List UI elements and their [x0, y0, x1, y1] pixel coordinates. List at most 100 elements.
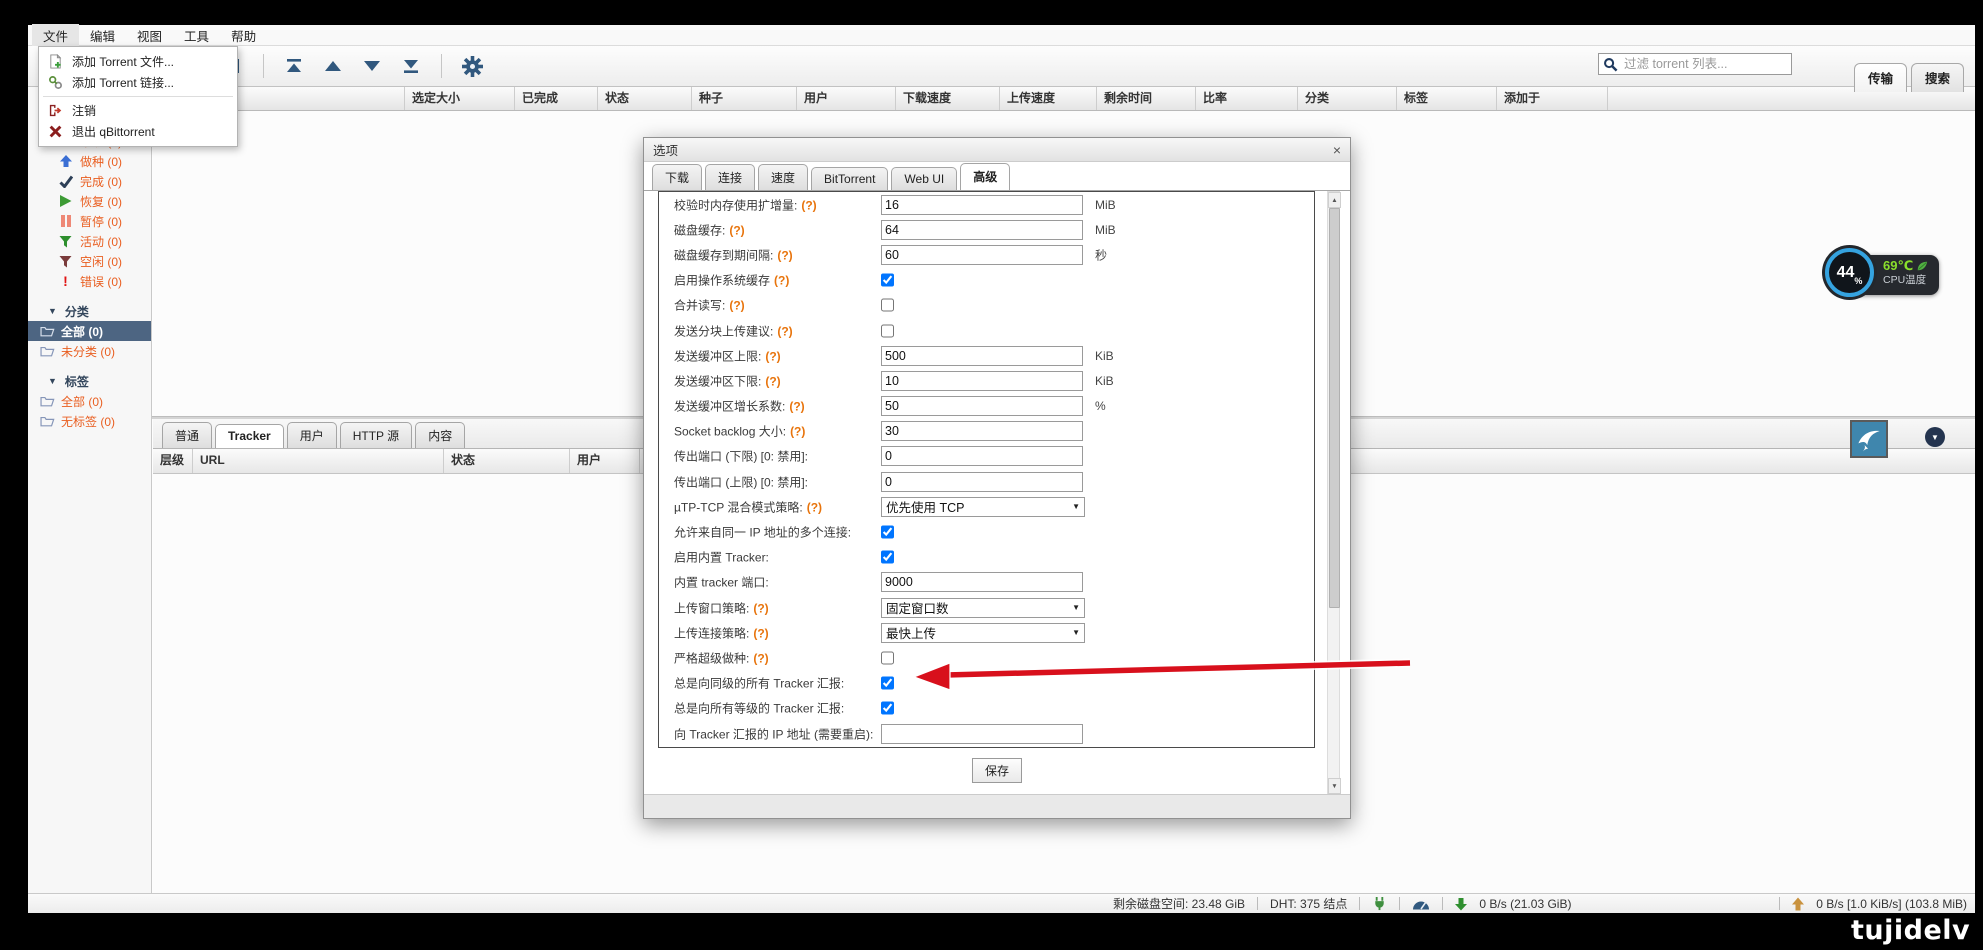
options-button[interactable]	[461, 54, 483, 78]
scroll-down-icon[interactable]: ▼	[1328, 778, 1341, 794]
help-link[interactable]: (?)	[765, 349, 780, 363]
save-button[interactable]: 保存	[972, 758, 1022, 783]
menu-view[interactable]: 视图	[126, 24, 173, 47]
tab-advanced[interactable]: 高级	[960, 163, 1010, 190]
column-header-upspeed[interactable]: 上传速度	[1000, 87, 1097, 110]
tab-trackers[interactable]: Tracker	[215, 424, 284, 448]
column-header-tags[interactable]: 标签	[1397, 87, 1497, 110]
tag-untagged[interactable]: 无标签 (0)	[28, 411, 151, 431]
tab-downloads[interactable]: 下载	[652, 164, 702, 190]
tag-all[interactable]: 全部 (0)	[28, 391, 151, 411]
option-input[interactable]	[881, 371, 1083, 391]
filter-paused[interactable]: 暂停 (0)	[28, 211, 151, 231]
option-checkbox[interactable]	[881, 702, 894, 715]
column-header-tier[interactable]: 层级	[153, 449, 193, 473]
column-header-size[interactable]: 选定大小	[405, 87, 515, 110]
option-checkbox[interactable]	[881, 526, 894, 539]
tab-general[interactable]: 普通	[162, 422, 212, 448]
column-header-done[interactable]: 已完成	[515, 87, 598, 110]
tags-section-header[interactable]: ▼ 标签	[28, 371, 151, 391]
dialog-title-bar[interactable]: 选项 ×	[644, 138, 1350, 162]
tab-webui[interactable]: Web UI	[891, 167, 957, 190]
help-link[interactable]: (?)	[729, 299, 744, 313]
column-header-seeds[interactable]: 种子	[692, 87, 797, 110]
help-link[interactable]: (?)	[777, 248, 792, 262]
tab-http-sources[interactable]: HTTP 源	[340, 422, 412, 448]
menu-item-add-torrent-file[interactable]: 添加 Torrent 文件...	[39, 51, 237, 72]
menu-item-logout[interactable]: 注销	[39, 100, 237, 121]
option-checkbox[interactable]	[881, 274, 894, 287]
tab-content[interactable]: 内容	[415, 422, 465, 448]
help-link[interactable]: (?)	[753, 626, 768, 640]
tab-speed[interactable]: 速度	[758, 164, 808, 190]
move-bottom-button[interactable]	[400, 54, 422, 78]
option-input[interactable]	[881, 572, 1083, 592]
tab-peers[interactable]: 用户	[287, 422, 337, 448]
swallow-theme-icon[interactable]	[1850, 420, 1888, 458]
filter-completed[interactable]: 完成 (0)	[28, 171, 151, 191]
help-link[interactable]: (?)	[753, 601, 768, 615]
collapse-panel-button[interactable]: ▼	[1925, 427, 1945, 447]
menu-edit[interactable]: 编辑	[79, 24, 126, 47]
option-input[interactable]	[881, 421, 1083, 441]
tab-connection[interactable]: 连接	[705, 164, 755, 190]
help-link[interactable]: (?)	[807, 500, 822, 514]
column-header-peers[interactable]: 用户	[570, 449, 640, 473]
option-select[interactable]: 固定窗口数▼	[881, 598, 1085, 618]
option-input[interactable]	[881, 724, 1083, 744]
scroll-up-icon[interactable]: ▲	[1328, 192, 1341, 208]
help-link[interactable]: (?)	[790, 425, 805, 439]
filter-seeding[interactable]: 做种 (0)	[28, 151, 151, 171]
filter-resumed[interactable]: 恢复 (0)	[28, 191, 151, 211]
help-link[interactable]: (?)	[753, 651, 768, 665]
tab-search[interactable]: 搜索	[1911, 63, 1964, 92]
column-header-status[interactable]: 状态	[598, 87, 692, 110]
column-header-peers[interactable]: 用户	[797, 87, 896, 110]
tab-transfers[interactable]: 传输	[1854, 63, 1907, 92]
help-link[interactable]: (?)	[789, 400, 804, 414]
filter-errored[interactable]: ! 错误 (0)	[28, 271, 151, 291]
column-header-category[interactable]: 分类	[1298, 87, 1397, 110]
categories-section-header[interactable]: ▼ 分类	[28, 301, 151, 321]
tab-bittorrent[interactable]: BitTorrent	[811, 167, 888, 190]
option-checkbox[interactable]	[881, 299, 894, 312]
option-select[interactable]: 优先使用 TCP▼	[881, 497, 1085, 517]
menu-item-add-torrent-link[interactable]: 添加 Torrent 链接...	[39, 72, 237, 93]
scrollbar-thumb[interactable]	[1329, 208, 1340, 608]
help-link[interactable]: (?)	[801, 198, 816, 212]
option-checkbox[interactable]	[881, 551, 894, 564]
menu-tools[interactable]: 工具	[173, 24, 220, 47]
menu-file[interactable]: 文件	[32, 24, 79, 47]
help-link[interactable]: (?)	[765, 374, 780, 388]
column-header-added[interactable]: 添加于	[1497, 87, 1608, 110]
cpu-widget[interactable]: 69℃ CPU温度 44%	[1825, 248, 1941, 302]
option-select[interactable]: 最快上传▼	[881, 623, 1085, 643]
column-header-dlspeed[interactable]: 下载速度	[896, 87, 1000, 110]
filter-active[interactable]: 活动 (0)	[28, 231, 151, 251]
option-input[interactable]	[881, 472, 1083, 492]
help-link[interactable]: (?)	[729, 223, 744, 237]
speed-limits-gauge-icon[interactable]	[1412, 898, 1430, 910]
option-input[interactable]	[881, 220, 1083, 240]
column-header-url[interactable]: URL	[193, 449, 444, 473]
dialog-scrollbar[interactable]: ▲ ▼	[1327, 191, 1340, 795]
close-icon[interactable]: ×	[1333, 143, 1341, 157]
connection-status-icon[interactable]	[1372, 896, 1387, 911]
help-link[interactable]: (?)	[777, 324, 792, 338]
column-header-ratio[interactable]: 比率	[1196, 87, 1298, 110]
menu-help[interactable]: 帮助	[220, 24, 267, 47]
menu-item-exit[interactable]: 退出 qBittorrent	[39, 121, 237, 142]
move-up-button[interactable]	[322, 54, 344, 78]
help-link[interactable]: (?)	[774, 274, 789, 288]
option-input[interactable]	[881, 346, 1083, 366]
move-top-button[interactable]	[283, 54, 305, 78]
category-uncategorized[interactable]: 未分类 (0)	[28, 341, 151, 361]
option-checkbox[interactable]	[881, 651, 894, 664]
move-down-button[interactable]	[361, 54, 383, 78]
search-input[interactable]	[1622, 56, 1787, 72]
option-input[interactable]	[881, 195, 1083, 215]
option-input[interactable]	[881, 396, 1083, 416]
option-checkbox[interactable]	[881, 324, 894, 337]
column-header-eta[interactable]: 剩余时间	[1097, 87, 1196, 110]
category-all[interactable]: 全部 (0)	[28, 321, 151, 341]
